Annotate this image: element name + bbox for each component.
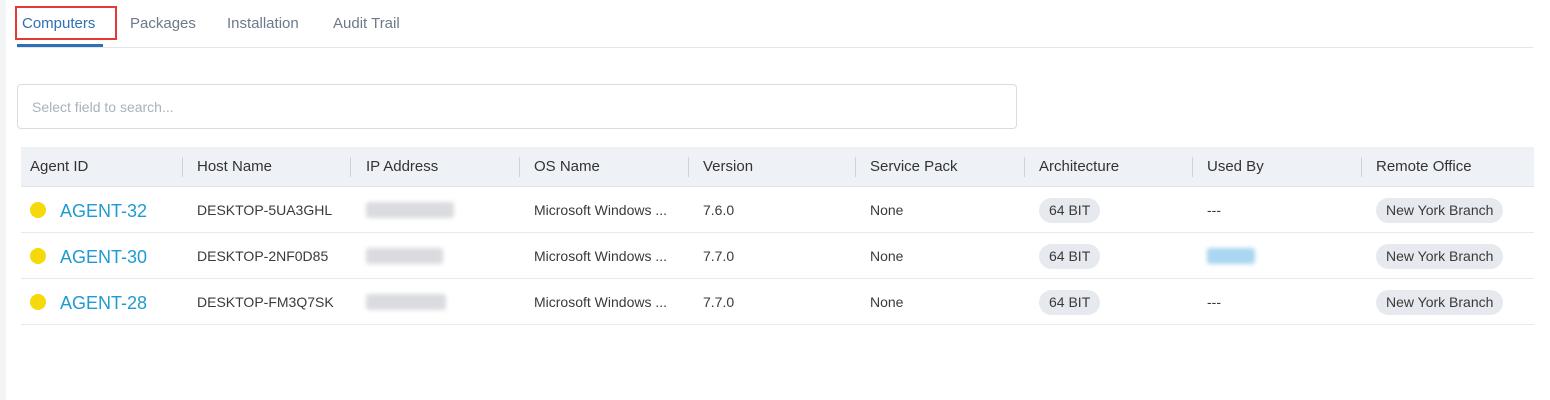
agent-id-link[interactable]: AGENT-30 [60,233,147,279]
service-pack-cell: None [870,294,904,310]
tab-installation[interactable]: Installation [227,14,299,34]
table-row[interactable]: AGENT-30 DESKTOP-2NF0D85 Microsoft Windo… [21,233,1534,279]
table-row[interactable]: AGENT-28 DESKTOP-FM3Q7SK Microsoft Windo… [21,279,1534,325]
column-divider [1361,157,1362,177]
architecture-badge: 64 BIT [1039,198,1101,223]
column-divider [688,157,689,177]
used-by-cell: --- [1207,294,1221,310]
used-by-redacted-link[interactable] [1207,248,1255,264]
tab-installation-label: Installation [227,15,299,32]
table-row[interactable]: AGENT-32 DESKTOP-5UA3GHL Microsoft Windo… [21,187,1534,233]
column-divider [1024,157,1025,177]
host-name-cell: DESKTOP-FM3Q7SK [197,294,334,310]
column-divider [855,157,856,177]
remote-office-badge: New York Branch [1376,198,1504,223]
status-indicator-icon [30,294,46,310]
column-divider [1192,157,1193,177]
tab-packages-label: Packages [130,15,196,32]
remote-office-badge: New York Branch [1376,244,1504,269]
tab-bar: Computers Packages Installation Audit Tr… [15,0,1533,48]
host-name-cell: DESKTOP-5UA3GHL [197,202,333,218]
column-header-remote-office[interactable]: Remote Office [1376,147,1472,187]
os-name-cell: Microsoft Windows ... [534,294,668,310]
status-indicator-icon [30,202,46,218]
tab-computers-label: Computers [22,15,96,32]
ip-address-redacted [366,248,443,264]
column-header-agent-id[interactable]: Agent ID [30,147,88,187]
column-divider [350,157,351,177]
architecture-badge: 64 BIT [1039,244,1101,269]
ip-address-redacted [366,294,446,310]
search-input[interactable] [17,84,1017,129]
column-header-architecture[interactable]: Architecture [1039,147,1119,187]
version-cell: 7.6.0 [703,202,735,218]
os-name-cell: Microsoft Windows ... [534,202,668,218]
service-pack-cell: None [870,248,904,264]
os-name-cell: Microsoft Windows ... [534,248,668,264]
column-divider [519,157,520,177]
tab-audit-trail-label: Audit Trail [333,15,400,32]
column-header-host-name[interactable]: Host Name [197,147,272,187]
agent-id-link[interactable]: AGENT-32 [60,187,147,233]
computers-table: Agent ID Host Name IP Address OS Name Ve… [21,147,1534,325]
version-cell: 7.7.0 [703,294,735,310]
column-divider [182,157,183,177]
used-by-cell: --- [1207,202,1221,218]
tab-computers[interactable]: Computers [15,6,117,40]
column-header-service-pack[interactable]: Service Pack [870,147,958,187]
agent-id-link[interactable]: AGENT-28 [60,279,147,325]
tab-packages[interactable]: Packages [130,14,196,34]
column-header-os-name[interactable]: OS Name [534,147,600,187]
architecture-badge: 64 BIT [1039,290,1101,315]
ip-address-redacted [366,202,454,218]
column-header-ip-address[interactable]: IP Address [366,147,438,187]
service-pack-cell: None [870,202,904,218]
version-cell: 7.7.0 [703,248,735,264]
remote-office-badge: New York Branch [1376,290,1504,315]
column-header-version[interactable]: Version [703,147,753,187]
host-name-cell: DESKTOP-2NF0D85 [197,248,329,264]
table-header: Agent ID Host Name IP Address OS Name Ve… [21,147,1534,187]
tab-audit-trail[interactable]: Audit Trail [333,14,400,34]
left-edge-strip [0,0,6,400]
status-indicator-icon [30,248,46,264]
column-header-used-by[interactable]: Used By [1207,147,1264,187]
active-tab-underline [17,44,103,47]
